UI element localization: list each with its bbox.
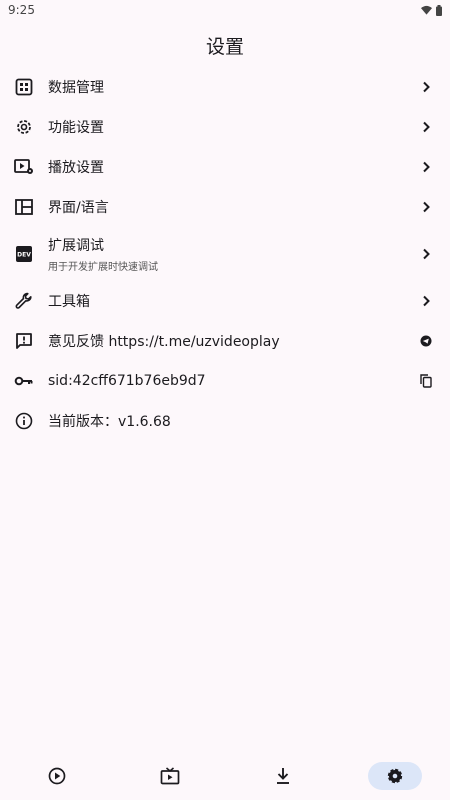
tv-icon [160, 767, 179, 785]
status-time: 9:25 [8, 3, 35, 17]
chevron-right-icon [416, 244, 436, 264]
settings-item-sid[interactable]: sid:42cff671b76eb9d7 [0, 361, 450, 401]
nav-download[interactable] [255, 762, 311, 790]
page-title: 设置 [205, 36, 244, 58]
settings-item-feedback[interactable]: 意见反馈 https://t.me/uzvideoplay [0, 321, 450, 361]
status-icons [421, 4, 442, 16]
chevron-right-icon [416, 117, 436, 137]
wifi-icon [421, 5, 432, 15]
chevron-right-icon [416, 157, 436, 177]
gear-icon [14, 117, 34, 137]
settings-item-label: 功能设置 [48, 120, 104, 136]
bottom-nav [0, 752, 450, 800]
nav-play[interactable] [29, 762, 85, 790]
dev-icon: DEV [14, 244, 34, 264]
battery-icon [436, 4, 442, 16]
settings-item-toolbox[interactable]: 工具箱 [0, 281, 450, 321]
settings-item-label: 当前版本：v1.6.68 [48, 414, 171, 430]
settings-item-label: 数据管理 [48, 80, 104, 96]
gear-icon [387, 768, 402, 784]
play-settings-icon [14, 157, 34, 177]
svg-text:DEV: DEV [17, 252, 31, 259]
chevron-right-icon [416, 291, 436, 311]
nav-settings[interactable] [367, 762, 422, 790]
copy-icon[interactable] [416, 371, 436, 391]
wrench-icon [14, 291, 34, 311]
feedback-icon [14, 331, 34, 351]
settings-item-playback-settings[interactable]: 播放设置 [0, 147, 450, 187]
settings-item-data-management[interactable]: 数据管理 [0, 67, 450, 107]
settings-item-label: 界面/语言 [48, 200, 109, 216]
status-bar: 9:25 [0, 0, 450, 20]
info-icon [14, 411, 34, 431]
settings-item-sublabel: 用于开发扩展时快速调试 [48, 262, 158, 273]
download-icon [276, 768, 289, 784]
play-circle-icon [48, 767, 65, 785]
chevron-right-icon [416, 77, 436, 97]
telegram-icon [416, 331, 436, 351]
settings-item-label: 意见反馈 https://t.me/uzvideoplay [48, 334, 280, 350]
settings-list: 数据管理 功能设置 播放设置 界面/语言 DEV 扩展调试 用于开发扩展时快速调… [0, 67, 450, 441]
settings-item-interface-language[interactable]: 界面/语言 [0, 187, 450, 227]
settings-item-version[interactable]: 当前版本：v1.6.68 [0, 401, 450, 441]
layout-icon [14, 197, 34, 217]
key-icon [14, 371, 34, 391]
grid-icon [14, 77, 34, 97]
settings-item-label: 工具箱 [48, 294, 90, 310]
settings-item-label: sid:42cff671b76eb9d7 [48, 373, 206, 389]
settings-item-label: 播放设置 [48, 160, 104, 176]
settings-item-function-settings[interactable]: 功能设置 [0, 107, 450, 147]
nav-tv[interactable] [142, 762, 198, 790]
chevron-right-icon [416, 197, 436, 217]
settings-item-extension-debug[interactable]: DEV 扩展调试 用于开发扩展时快速调试 [0, 227, 450, 281]
settings-item-label: 扩展调试 [48, 238, 104, 254]
